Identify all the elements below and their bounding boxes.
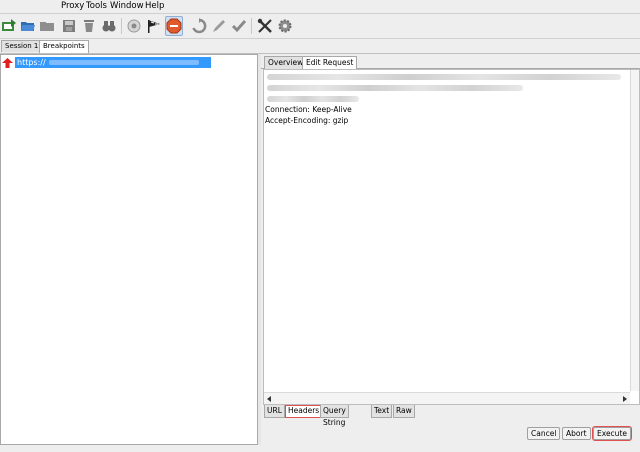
menu-proxy[interactable]: Proxy: [61, 1, 84, 12]
headers-editor[interactable]: Connection: Keep-Alive Accept-Encoding: …: [263, 69, 640, 405]
url-prefix: https://: [17, 58, 46, 67]
redacted-url: [48, 60, 199, 65]
header-accept-encoding: Accept-Encoding: gzip: [265, 116, 349, 125]
up-arrow-icon: [2, 57, 13, 68]
tab-breakpoints[interactable]: Breakpoints: [39, 40, 89, 53]
request-panel: Overview Edit Request Connection: Keep-A…: [261, 54, 640, 445]
tab-headers[interactable]: Headers: [285, 405, 323, 418]
redacted-header-line: [267, 96, 359, 102]
trash-icon[interactable]: [80, 16, 98, 36]
open-icon[interactable]: [19, 16, 37, 36]
toolbar-separator: [121, 18, 122, 34]
request-tab-bar: Overview Edit Request: [261, 54, 640, 69]
cancel-button[interactable]: Cancel: [527, 427, 561, 440]
edit-icon[interactable]: [210, 16, 228, 36]
binoculars-icon[interactable]: [100, 16, 118, 36]
tools-icon[interactable]: [256, 16, 274, 36]
toolbar-separator: [251, 18, 252, 34]
start-flag-icon[interactable]: [145, 16, 163, 36]
tab-raw[interactable]: Raw: [393, 405, 415, 418]
breakpoint-list: https://: [0, 54, 258, 445]
redacted-header-line: [267, 85, 523, 91]
tab-text[interactable]: Text: [371, 405, 393, 418]
session-tab-bar: Session 1 * Breakpoints: [0, 39, 640, 54]
horizontal-scrollbar[interactable]: [264, 392, 630, 404]
breakpoint-url[interactable]: https://: [15, 57, 211, 68]
stop-icon[interactable]: [165, 16, 183, 36]
scroll-left-icon[interactable]: [267, 396, 271, 402]
vertical-scrollbar[interactable]: [630, 70, 639, 391]
header-connection: Connection: Keep-Alive: [265, 105, 352, 114]
list-item[interactable]: https://: [2, 57, 211, 68]
gear-icon[interactable]: [276, 16, 294, 36]
scroll-right-icon[interactable]: [623, 396, 627, 402]
tab-url[interactable]: URL: [264, 405, 285, 418]
menu-help[interactable]: Help: [145, 1, 164, 12]
toolbar: [0, 14, 640, 39]
tab-query-string[interactable]: Query String: [320, 405, 349, 427]
check-icon[interactable]: [230, 16, 248, 36]
folder-icon[interactable]: [38, 16, 56, 36]
new-session-icon[interactable]: [0, 16, 18, 36]
redacted-header-line: [267, 74, 621, 80]
menu-bar: Proxy Tools Window Help: [0, 0, 640, 14]
menu-tools[interactable]: Tools: [86, 1, 107, 12]
tab-edit-request[interactable]: Edit Request: [302, 56, 358, 69]
save-icon[interactable]: [60, 16, 78, 36]
refresh-icon[interactable]: [190, 16, 208, 36]
status-strip: [0, 445, 640, 452]
menu-window[interactable]: Window: [110, 1, 144, 12]
tab-overview[interactable]: Overview: [264, 56, 308, 69]
execute-button[interactable]: Execute: [592, 426, 632, 441]
abort-button[interactable]: Abort: [562, 427, 591, 440]
record-icon[interactable]: [125, 16, 143, 36]
